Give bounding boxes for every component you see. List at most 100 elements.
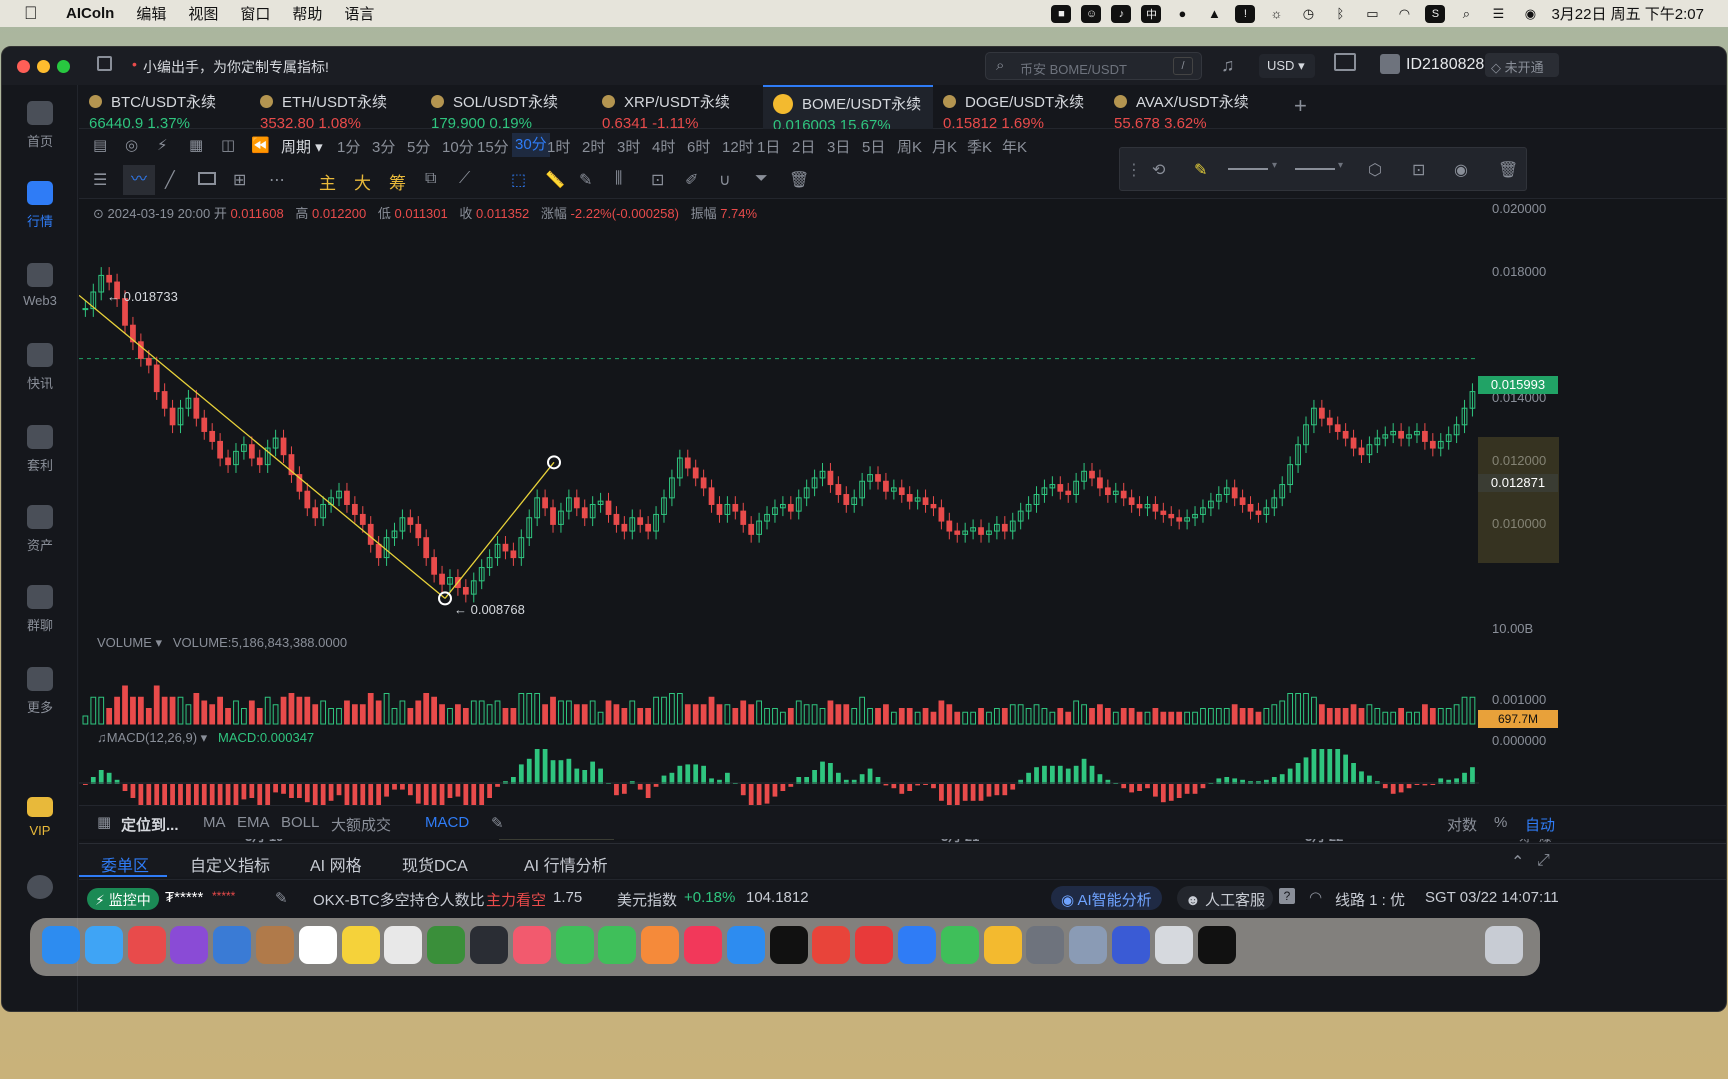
close-window-button[interactable] [17,60,30,73]
chinese-input-icon[interactable]: 中 [1141,4,1162,23]
crosshair-tool-icon[interactable]: ⊞ [233,170,246,190]
s-app-icon[interactable]: S [1425,4,1446,23]
ruler-icon[interactable]: 📏 [545,170,565,190]
timeframe-16[interactable]: 周K [897,136,922,157]
brightness-icon[interactable]: ☼ [1265,5,1287,23]
dock-app-icon[interactable] [940,926,979,964]
dock-app-icon[interactable] [84,926,123,964]
trash-dock-icon[interactable] [1485,926,1523,964]
lock-drawing-icon[interactable]: ⊡ [1412,160,1425,180]
log-scale-button[interactable]: 对数 [1447,814,1477,835]
mic-icon[interactable]: ♪ [1111,4,1132,23]
edit-indicator-icon[interactable]: ✎ [491,814,504,832]
tab-ai-analysis[interactable]: AI 行情分析 [524,852,608,876]
sidebar-item-web3[interactable]: Web3 [2,263,78,308]
dock-app-icon[interactable] [555,926,594,964]
locate-button[interactable]: 定位到... [121,814,179,835]
dock-app-icon[interactable] [812,926,851,964]
sidebar-item-home[interactable]: 首页 [2,101,78,150]
timeframe-12[interactable]: 1日 [757,136,780,157]
avatar[interactable] [1380,54,1400,74]
timeframe-5[interactable]: 30分 [512,133,550,157]
calendar-small-icon[interactable]: ▦ [97,813,111,831]
more-tools-icon[interactable]: ⋯ [269,170,285,190]
line-tool-icon[interactable]: ╱ [165,170,175,190]
dock-app-icon[interactable] [1026,926,1065,964]
chevron-up-icon[interactable]: ⌃ [1511,852,1524,872]
dock-app-icon[interactable] [1112,926,1150,964]
dock-app-icon[interactable] [42,926,80,964]
customer-service-button[interactable]: ☻ 人工客服 [1177,886,1273,910]
indicator-icon[interactable]: ◎ [125,136,138,154]
edit-icon[interactable]: ✎ [275,889,288,907]
timeframe-10[interactable]: 6时 [687,136,710,157]
battery-icon[interactable]: ▭ [1361,5,1383,23]
tab-ai-grid[interactable]: AI 网格 [310,852,362,876]
chart-area[interactable]: ⊙ 2024-03-19 20:00 开 0.011608 高 0.012200… [79,199,1726,844]
minimize-window-button[interactable] [37,60,50,73]
user-id[interactable]: ID2180828 [1406,56,1484,74]
indicator-macd[interactable]: MACD [425,814,469,831]
dock-app-icon[interactable] [641,926,680,964]
rectangle-tool-icon[interactable] [198,172,216,185]
candle-tool-icon[interactable]: ⫼ [615,170,622,188]
bluetooth-icon[interactable]: ᛒ [1329,5,1351,23]
wifi-icon[interactable]: ◠ [1393,5,1415,23]
dock-app-icon[interactable] [1154,926,1193,964]
timeframe-13[interactable]: 2日 [792,136,815,157]
connection-line[interactable]: 线路 1 : 优 [1335,889,1405,910]
timeframe-19[interactable]: 年K [1002,136,1027,157]
menu-window[interactable]: 窗口 [240,3,270,24]
dock-app-icon[interactable] [341,926,380,964]
visibility-icon[interactable]: ◉ [1454,160,1468,180]
expand-panel-icon[interactable]: ⤢ [1537,852,1550,870]
timeframe-9[interactable]: 4时 [652,136,675,157]
dock-app-icon[interactable] [384,926,423,964]
menu-view[interactable]: 视图 [188,3,218,24]
dock-app-icon[interactable] [983,926,1022,964]
trash-icon[interactable]: 🗑 [789,170,809,190]
qq-icon[interactable]: ▲ [1203,5,1225,23]
monitor-badge[interactable]: ⚡ 监控中 [87,888,159,910]
stop-icon[interactable]: ■ [1051,4,1072,23]
alert-icon[interactable]: ! [1235,4,1256,23]
large-order-button[interactable]: 大 [354,169,371,194]
membership-badge[interactable]: ◇ 未开通 [1485,53,1559,77]
sidebar-item-more[interactable]: 更多 [2,667,78,716]
template-icon[interactable]: ⟲ [1152,160,1165,180]
dock-app-icon[interactable] [127,926,166,964]
menu-icon[interactable]: ☰ [93,170,107,190]
timeframe-17[interactable]: 月K [932,136,957,157]
dock-app-icon[interactable] [598,926,637,964]
drag-handle-icon[interactable]: ⋮ [1126,160,1142,180]
sidebar-item-arbitrage[interactable]: 套利 [2,425,78,474]
siri-icon[interactable]: ◉ [1519,5,1541,23]
ai-analysis-button[interactable]: ◉ AI智能分析 [1051,886,1162,910]
help-icon[interactable]: ? [1279,888,1295,904]
menu-language[interactable]: 语言 [344,3,374,24]
tab-btc[interactable]: BTC/USDT永续 66440.9 1.37% [79,85,250,132]
ticker-name[interactable]: OKX-BTC多空持仓人数比 [313,889,485,910]
dock-app-icon[interactable] [170,926,209,964]
dollar-index-name[interactable]: 美元指数 [617,889,677,910]
chip-button[interactable]: 筹 [389,169,406,194]
tab-custom-indicators[interactable]: 自定义指标 [190,852,270,876]
fib-icon[interactable]: ⟋ [459,170,470,188]
dock-app-icon[interactable] [1197,926,1236,964]
tab-spot-dca[interactable]: 现货DCA [402,852,468,876]
layout-toggle-icon[interactable]: ◫ [221,136,235,154]
dock-app-icon[interactable] [769,926,808,964]
spotlight-icon[interactable]: ⌕ [1455,5,1477,23]
auto-scale-button[interactable]: 自动 [1525,814,1555,835]
zoom-window-button[interactable] [57,60,70,73]
timeframe-15[interactable]: 5日 [862,136,885,157]
dock-app-icon[interactable] [1069,926,1108,964]
delete-drawing-icon[interactable]: 🗑 [1498,160,1518,180]
dock-app-icon[interactable] [726,926,765,964]
control-center-icon[interactable]: ☰ [1487,5,1509,23]
sidebar-item-chat[interactable]: 群聊 [2,585,78,634]
dock-app-icon[interactable] [512,926,551,964]
volume-label[interactable]: VOLUME [97,635,152,650]
indicator-ma[interactable]: MA [203,814,226,831]
calendar-icon[interactable]: ▦ [189,136,203,154]
